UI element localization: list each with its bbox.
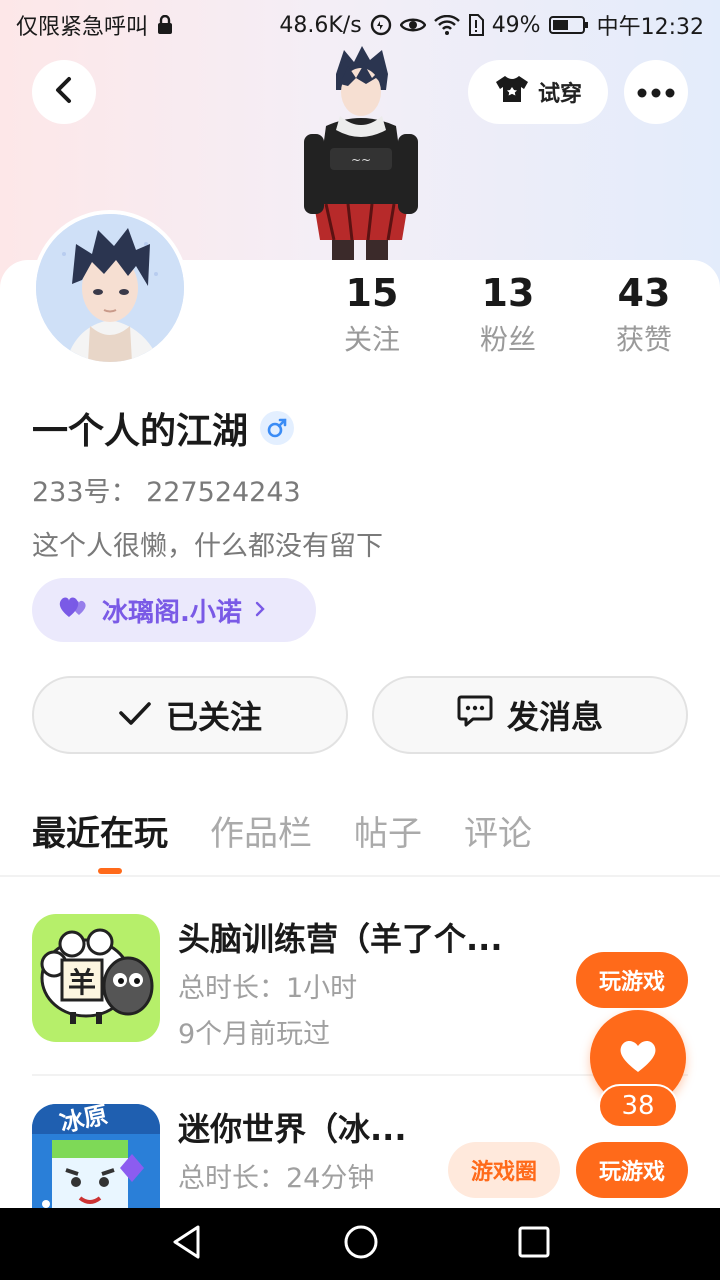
nav-recents-icon[interactable] (518, 1226, 550, 1262)
tab-divider (0, 875, 720, 877)
3d-avatar-figure: ~~ (296, 44, 426, 262)
battery-percent: 49% (491, 12, 541, 38)
username-row: 一个人的江湖 (32, 402, 295, 454)
sim-alert-icon (468, 14, 484, 36)
more-dots-icon (637, 83, 675, 102)
game-duration: 总时长：1小时 (178, 973, 358, 1004)
send-message-label: 发消息 (506, 698, 603, 736)
try-on-label: 试穿 (537, 82, 582, 107)
tab-comments[interactable]: 评论 (464, 806, 532, 866)
clock: 中午12:32 (596, 15, 704, 40)
play-game-button[interactable]: 玩游戏 (576, 1142, 688, 1198)
guild-name: 冰璃阁.小诺 (102, 597, 242, 628)
network-speed: 48.6K/s (279, 12, 362, 38)
try-on-button[interactable]: 试穿 (468, 60, 608, 124)
stat-label: 获赞 (615, 323, 672, 356)
stat-label: 粉丝 (479, 323, 536, 356)
system-navigation-bar (0, 1208, 720, 1280)
list-divider (32, 1074, 688, 1076)
tshirt-icon (494, 74, 530, 110)
game-title: 头脑训练营（羊了个... (178, 920, 503, 958)
game-duration: 总时长：24分钟 (178, 1163, 375, 1194)
user-bio: 这个人很懒，什么都没有留下 (32, 531, 383, 562)
eye-icon (399, 15, 426, 35)
carrier-text: 仅限紧急呼叫 (16, 15, 149, 40)
tab-works[interactable]: 作品栏 (210, 806, 312, 866)
data-saver-icon (370, 14, 392, 36)
status-bar: 仅限紧急呼叫 48.6K/s 49% 中午12:32 (0, 0, 720, 50)
chevron-right-icon (254, 595, 266, 625)
tab-posts[interactable]: 帖子 (354, 806, 422, 866)
stat-likes[interactable]: 43 获赞 (576, 268, 712, 368)
tab-recently-played[interactable]: 最近在玩 (32, 806, 168, 866)
profile-stats: 15 关注 13 粉丝 43 获赞 (304, 268, 712, 368)
chat-bubble-icon (457, 694, 493, 736)
followed-button[interactable]: 已关注 (32, 676, 348, 754)
svg-text:羊: 羊 (68, 966, 96, 999)
checkmark-icon (118, 696, 152, 734)
stat-value: 15 (345, 271, 399, 315)
game-last-played: 9个月前玩过 (178, 1019, 331, 1050)
chevron-left-icon (52, 76, 76, 108)
back-button[interactable] (32, 60, 96, 124)
user-id[interactable]: 233号： 227524243 (32, 470, 301, 509)
stat-value: 43 (617, 271, 671, 315)
lock-icon (156, 15, 174, 35)
avatar[interactable] (32, 210, 188, 366)
game-icon-sheep: 羊 (32, 914, 160, 1042)
send-message-button[interactable]: 发消息 (372, 676, 688, 754)
stat-following[interactable]: 15 关注 (304, 268, 440, 368)
like-count-badge: 38 (598, 1084, 678, 1128)
active-tab-indicator (98, 868, 122, 874)
stat-value: 13 (481, 271, 535, 315)
male-gender-icon (260, 411, 295, 445)
wifi-icon (433, 15, 460, 35)
battery-icon (548, 15, 589, 35)
nav-back-icon[interactable] (170, 1224, 204, 1264)
svg-text:~~: ~~ (351, 153, 371, 167)
game-icon-mini-world: 冰原 (32, 1104, 160, 1208)
game-title: 迷你世界（冰... (178, 1110, 407, 1148)
more-options-button[interactable] (624, 60, 688, 124)
stat-label: 关注 (343, 323, 400, 356)
followed-label: 已关注 (165, 698, 262, 736)
stat-followers[interactable]: 13 粉丝 (440, 268, 576, 368)
nav-home-icon[interactable] (343, 1224, 379, 1264)
game-circle-button[interactable]: 游戏圈 (448, 1142, 560, 1198)
profile-tabs: 最近在玩 作品栏 帖子 评论 (32, 806, 532, 866)
heart-pair-icon (58, 595, 90, 626)
heart-icon (618, 1038, 658, 1078)
play-game-button[interactable]: 玩游戏 (576, 952, 688, 1008)
guild-chip[interactable]: 冰璃阁.小诺 (32, 578, 316, 642)
username: 一个人的江湖 (32, 411, 249, 452)
